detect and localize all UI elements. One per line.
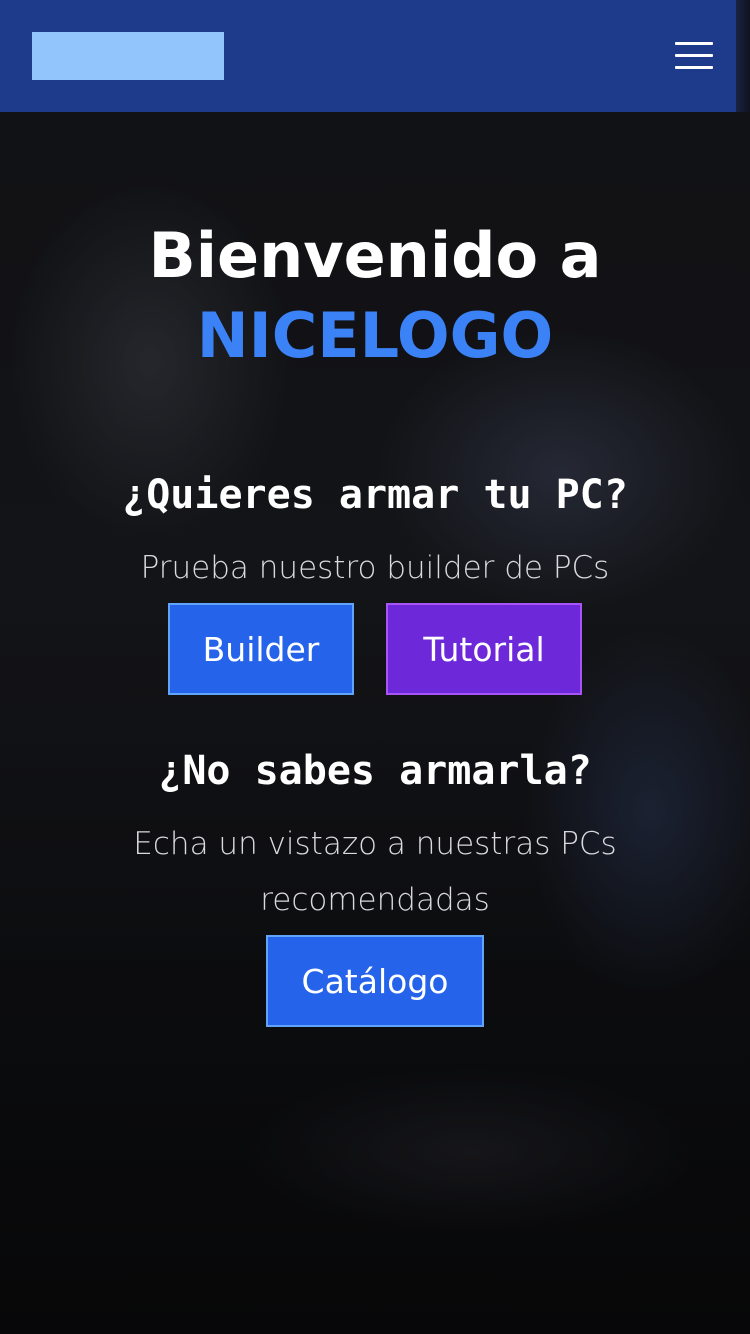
menu-bar-middle: [675, 54, 713, 57]
tutorial-button-label: Tutorial: [423, 629, 545, 669]
catalog-button[interactable]: Catálogo: [266, 935, 484, 1027]
build-heading: ¿Quieres armar tu PC?: [122, 472, 628, 518]
home-page: Bienvenido a NICELOGO ¿Quieres armar tu …: [0, 0, 750, 1334]
hamburger-menu-icon[interactable]: [672, 40, 716, 74]
tutorial-button[interactable]: Tutorial: [386, 603, 582, 695]
menu-bar-bottom: [675, 66, 713, 69]
hero-title: Bienvenido a NICELOGO: [0, 216, 750, 376]
builder-button[interactable]: Builder: [168, 603, 354, 695]
hero-title-prefix: Bienvenido a: [148, 219, 602, 292]
catalog-subtitle-line2: recomendadas: [260, 882, 490, 918]
brand-name: NICELOGO: [196, 299, 554, 372]
menu-bar-top: [675, 42, 713, 45]
top-navbar: [0, 0, 736, 112]
catalog-subtitle-line1: Echa un vistazo a nuestras PCs: [133, 826, 617, 862]
builder-button-label: Builder: [202, 629, 320, 669]
build-subtitle: Prueba nuestro builder de PCs: [140, 550, 610, 586]
catalog-button-label: Catálogo: [301, 961, 449, 1001]
scrollbar-track: [736, 0, 750, 112]
catalog-heading: ¿No sabes armarla?: [158, 748, 592, 794]
site-logo[interactable]: [32, 32, 224, 80]
